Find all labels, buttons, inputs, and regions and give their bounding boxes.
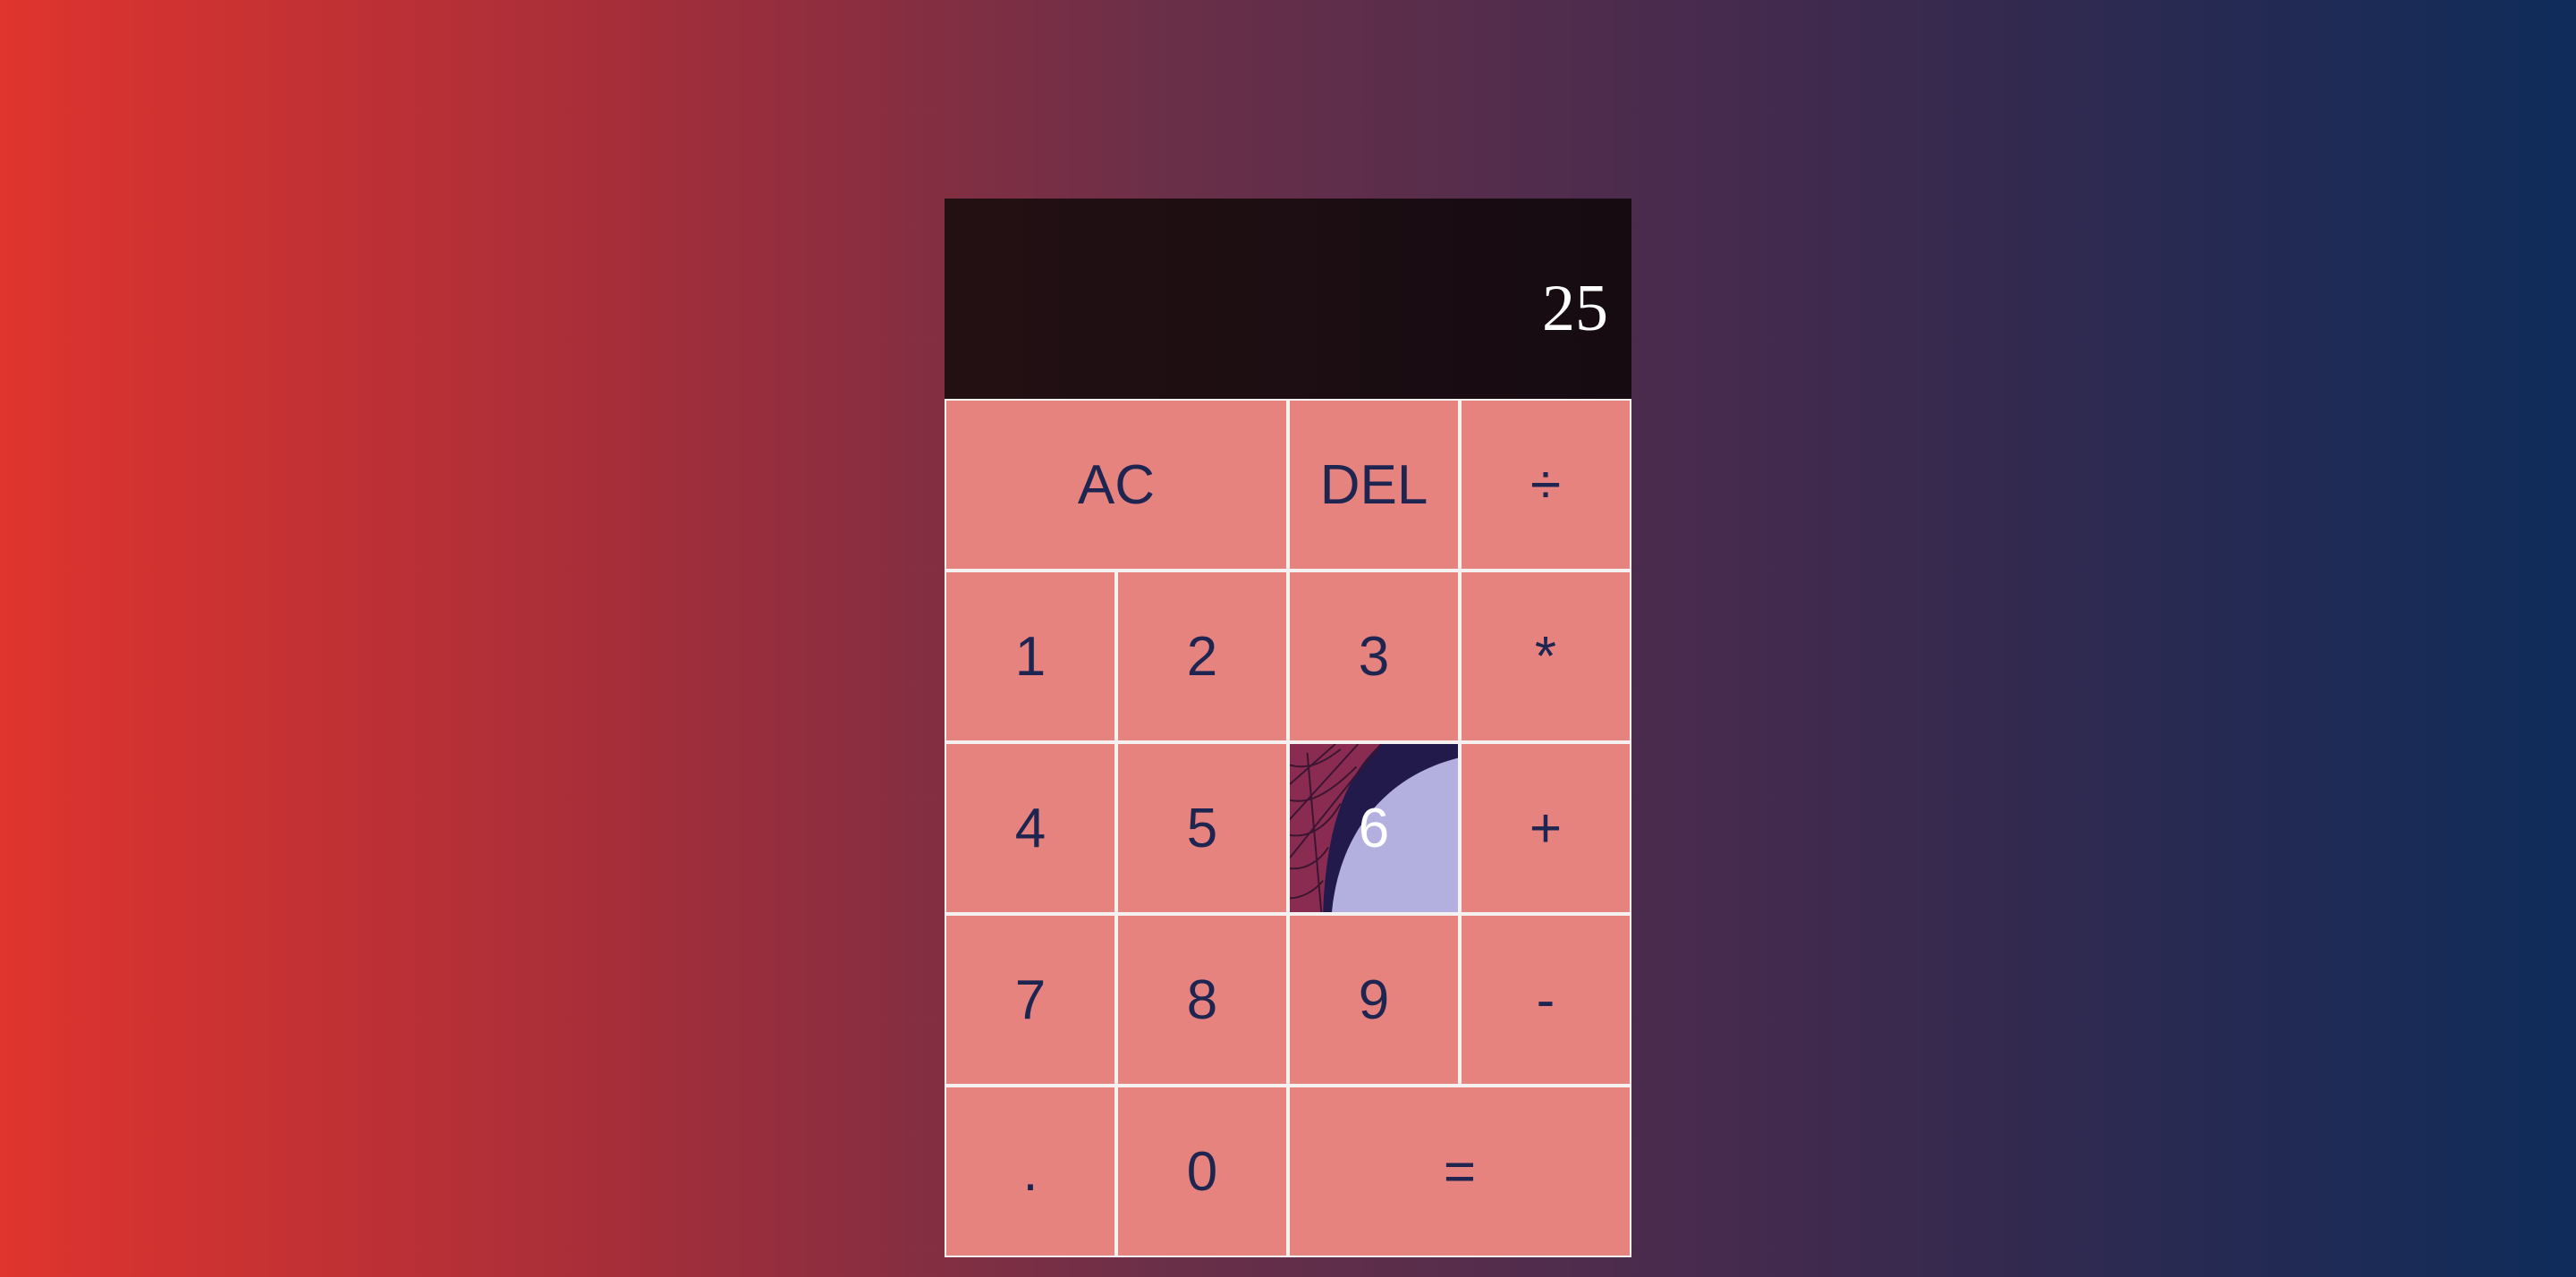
ac-button[interactable]: AC — [945, 399, 1288, 571]
digit-0-button[interactable]: 0 — [1116, 1086, 1288, 1257]
decimal-button[interactable]: . — [945, 1086, 1116, 1257]
digit-9-button[interactable]: 9 — [1288, 914, 1460, 1086]
equals-label: = — [1443, 1140, 1477, 1203]
keypad: AC DEL ÷ 1 2 3 * 4 5 6 + 7 8 9 - . 0 = — [945, 399, 1631, 1257]
digit-7-button[interactable]: 7 — [945, 914, 1116, 1086]
minus-button[interactable]: - — [1460, 914, 1631, 1086]
digit-5-label: 5 — [1186, 797, 1218, 859]
digit-1-label: 1 — [1014, 625, 1046, 688]
multiply-label: * — [1534, 625, 1557, 688]
display-value: 25 — [1542, 272, 1608, 345]
decimal-label: . — [1022, 1140, 1038, 1203]
digit-4-label: 4 — [1014, 797, 1046, 859]
digit-3-button[interactable]: 3 — [1288, 571, 1460, 742]
digit-2-button[interactable]: 2 — [1116, 571, 1288, 742]
plus-label: + — [1529, 797, 1563, 859]
del-label: DEL — [1319, 453, 1428, 516]
digit-3-label: 3 — [1358, 625, 1390, 688]
divide-button[interactable]: ÷ — [1460, 399, 1631, 571]
del-button[interactable]: DEL — [1288, 399, 1460, 571]
calculator: 25 AC DEL ÷ 1 2 3 * 4 5 6 + 7 8 9 - . 0 … — [945, 199, 1631, 1257]
digit-6-button[interactable]: 6 — [1288, 742, 1460, 914]
digit-2-label: 2 — [1186, 625, 1218, 688]
digit-8-button[interactable]: 8 — [1116, 914, 1288, 1086]
digit-5-button[interactable]: 5 — [1116, 742, 1288, 914]
digit-0-label: 0 — [1186, 1140, 1218, 1203]
ac-label: AC — [1077, 453, 1156, 516]
multiply-button[interactable]: * — [1460, 571, 1631, 742]
divide-label: ÷ — [1530, 453, 1562, 516]
digit-4-button[interactable]: 4 — [945, 742, 1116, 914]
digit-8-label: 8 — [1186, 968, 1218, 1031]
calculator-display: 25 — [945, 199, 1631, 399]
digit-6-label: 6 — [1358, 797, 1390, 859]
plus-button[interactable]: + — [1460, 742, 1631, 914]
equals-button[interactable]: = — [1288, 1086, 1631, 1257]
digit-1-button[interactable]: 1 — [945, 571, 1116, 742]
digit-9-label: 9 — [1358, 968, 1390, 1031]
minus-label: - — [1536, 968, 1555, 1031]
digit-7-label: 7 — [1014, 968, 1046, 1031]
